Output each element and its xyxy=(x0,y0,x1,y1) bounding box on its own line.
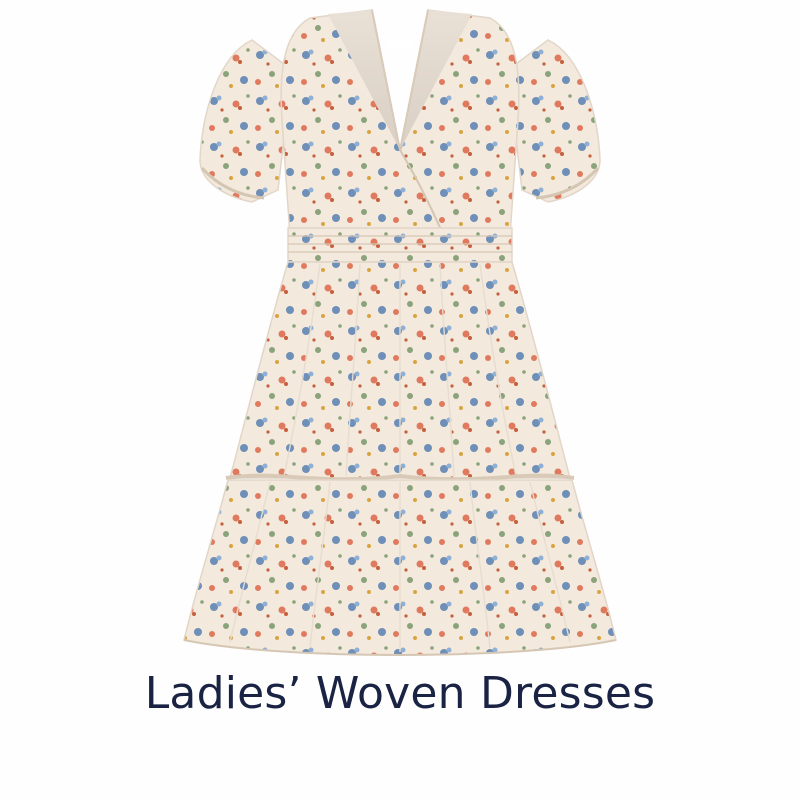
dress-image xyxy=(183,9,617,656)
product-caption: Ladies’ Woven Dresses xyxy=(144,668,656,719)
waistband xyxy=(287,227,513,263)
product-card: Ladies’ Woven Dresses xyxy=(0,0,800,800)
